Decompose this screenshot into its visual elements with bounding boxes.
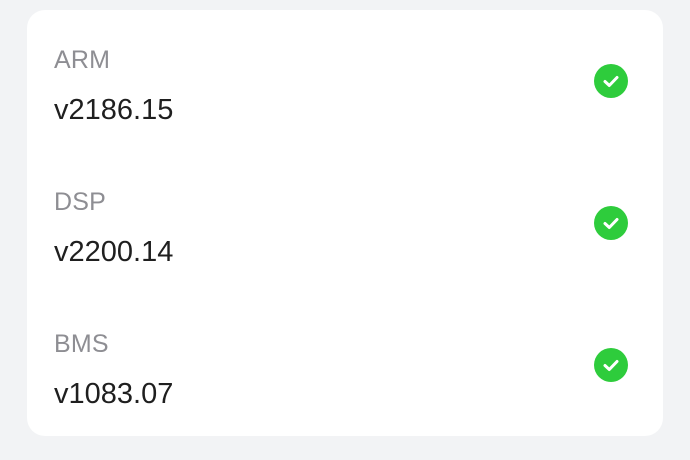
firmware-label: ARM	[54, 46, 111, 74]
check-circle-icon	[594, 64, 628, 98]
firmware-row-bms: BMS v1083.07	[27, 294, 663, 436]
firmware-label: DSP	[54, 188, 107, 216]
firmware-row-arm: ARM v2186.15	[27, 10, 663, 152]
firmware-label: BMS	[54, 330, 109, 358]
firmware-version: v2186.15	[54, 94, 174, 126]
firmware-version: v2200.14	[54, 236, 174, 268]
check-circle-icon	[594, 206, 628, 240]
check-circle-icon	[594, 348, 628, 382]
firmware-version: v1083.07	[54, 378, 174, 410]
firmware-version-card: ARM v2186.15 DSP v2200.14 BMS v1083.07	[27, 10, 663, 436]
firmware-row-dsp: DSP v2200.14	[27, 152, 663, 294]
